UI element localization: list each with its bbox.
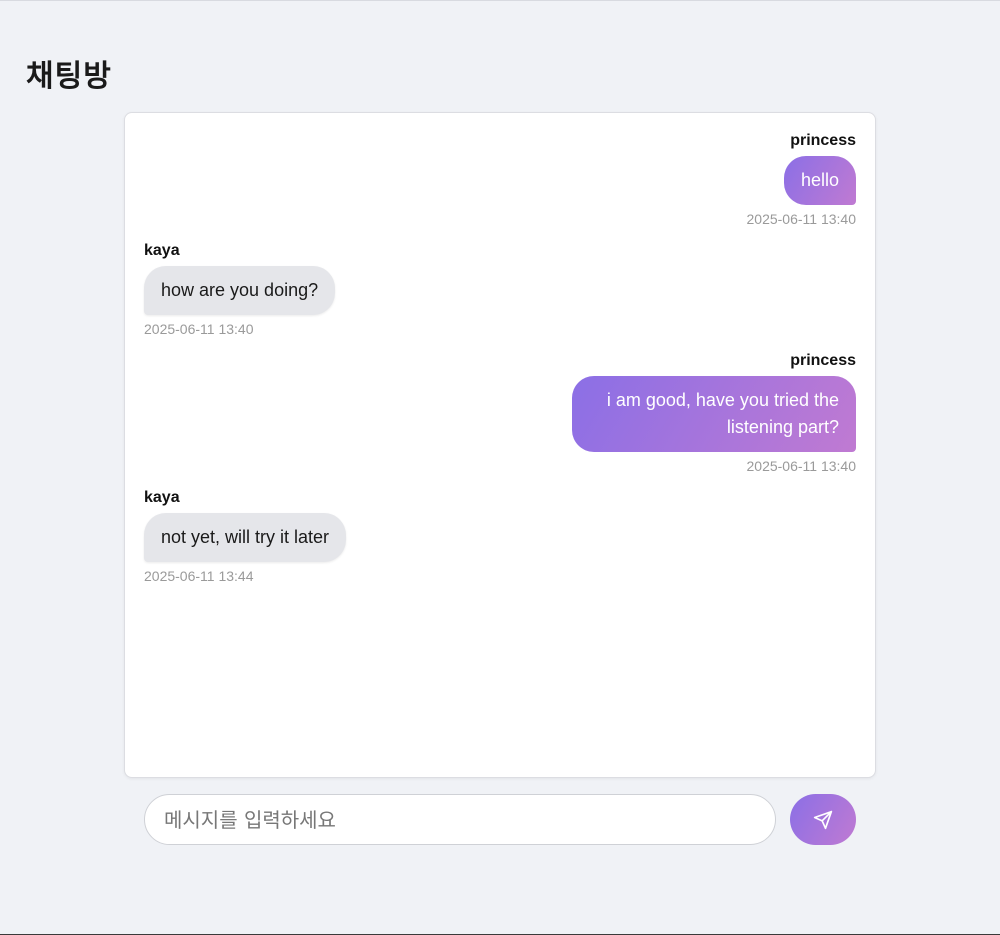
message-sender: princess (790, 352, 856, 369)
message-item: kaya not yet, will try it later 2025-06-… (144, 489, 856, 584)
message-sender: princess (790, 132, 856, 149)
page-title: 채팅방 (26, 59, 112, 94)
message-sender: kaya (144, 489, 180, 506)
message-timestamp: 2025-06-11 13:40 (746, 211, 857, 227)
message-item: princess hello 2025-06-11 13:40 (144, 132, 856, 227)
message-timestamp: 2025-06-11 13:40 (144, 321, 254, 337)
message-composer (144, 794, 856, 845)
message-item: kaya how are you doing? 2025-06-11 13:40 (144, 242, 856, 337)
message-bubble: i am good, have you tried the listening … (572, 376, 856, 452)
send-button[interactable] (790, 794, 856, 845)
message-item: princess i am good, have you tried the l… (144, 352, 856, 474)
chat-message-list[interactable]: princess hello 2025-06-11 13:40 kaya how… (124, 112, 876, 778)
message-sender: kaya (144, 242, 180, 259)
message-timestamp: 2025-06-11 13:40 (746, 458, 857, 474)
message-bubble: hello (783, 156, 856, 205)
send-icon (813, 810, 833, 829)
message-timestamp: 2025-06-11 13:44 (144, 568, 254, 584)
message-bubble: how are you doing? (144, 266, 336, 315)
message-input[interactable] (144, 794, 776, 845)
message-bubble: not yet, will try it later (144, 513, 347, 562)
